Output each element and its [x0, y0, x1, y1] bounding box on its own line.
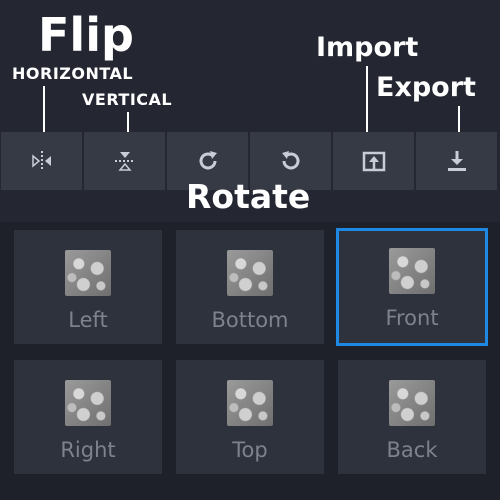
vertical-pointer-line — [127, 112, 129, 132]
cube-face-panel: Left Bottom Front Right Top Back — [0, 222, 500, 500]
face-front-tile[interactable]: Front — [336, 228, 488, 346]
horizontal-pointer-line — [43, 86, 45, 132]
import-icon — [362, 151, 385, 172]
flip-annotation: Flip — [38, 8, 134, 62]
texture-thumbnail — [65, 250, 111, 296]
flip-horizontal-button[interactable] — [1, 132, 82, 190]
texture-thumbnail — [227, 380, 273, 426]
face-label: Top — [232, 438, 268, 462]
face-label: Right — [60, 438, 116, 462]
export-annotation: Export — [376, 72, 476, 103]
vertical-annotation: VERTICAL — [82, 90, 173, 109]
texture-thumbnail — [227, 250, 273, 296]
flip-vertical-icon — [114, 152, 135, 171]
face-label: Back — [386, 438, 438, 462]
export-pointer-line — [458, 106, 460, 134]
texture-thumbnail — [65, 380, 111, 426]
rotate-annotation: Rotate — [186, 177, 311, 216]
horizontal-annotation: HORIZONTAL — [12, 64, 134, 83]
face-top-tile[interactable]: Top — [176, 360, 324, 474]
face-right-tile[interactable]: Right — [14, 360, 162, 474]
export-icon — [447, 151, 466, 171]
face-back-tile[interactable]: Back — [338, 360, 486, 474]
face-label: Left — [68, 308, 108, 332]
export-button[interactable] — [416, 132, 497, 190]
import-pointer-line — [366, 66, 368, 134]
rotate-counterclockwise-icon — [281, 151, 299, 170]
import-annotation: Import — [316, 32, 419, 63]
flip-horizontal-icon — [31, 151, 51, 171]
import-button[interactable] — [333, 132, 414, 190]
face-bottom-tile[interactable]: Bottom — [176, 230, 324, 344]
texture-thumbnail — [389, 248, 435, 294]
texture-thumbnail — [389, 380, 435, 426]
rotate-clockwise-icon — [199, 151, 217, 170]
face-left-tile[interactable]: Left — [14, 230, 162, 344]
flip-vertical-button[interactable] — [84, 132, 165, 190]
face-label: Bottom — [211, 308, 289, 332]
face-label: Front — [385, 306, 439, 330]
